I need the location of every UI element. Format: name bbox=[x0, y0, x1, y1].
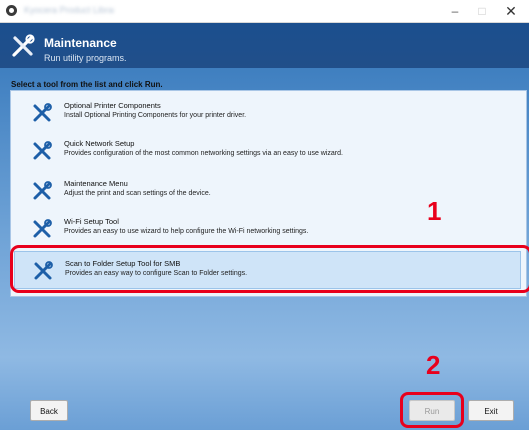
page-subtitle: Run utility programs. bbox=[44, 53, 127, 63]
window-title-bar: Kyocera Product Library – □ ✕ bbox=[0, 0, 529, 23]
header-band: Maintenance Run utility programs. bbox=[0, 23, 529, 68]
tool-description: Provides configuration of the most commo… bbox=[64, 150, 343, 157]
list-item-quick-network-setup[interactable]: Quick Network Setup Provides configurati… bbox=[14, 132, 519, 168]
instruction-text: Select a tool from the list and click Ru… bbox=[11, 80, 163, 89]
tool-name: Wi-Fi Setup Tool bbox=[64, 217, 119, 226]
page-title: Maintenance bbox=[44, 36, 117, 50]
exit-button[interactable]: Exit bbox=[468, 400, 514, 421]
selection-highlight bbox=[10, 245, 529, 293]
list-item-wifi-setup-tool[interactable]: Wi-Fi Setup Tool Provides an easy to use… bbox=[14, 210, 519, 246]
tool-name: Quick Network Setup bbox=[64, 139, 135, 148]
tool-name: Maintenance Menu bbox=[64, 179, 128, 188]
minimize-button[interactable]: – bbox=[441, 1, 469, 21]
tools-icon bbox=[33, 219, 52, 238]
window-title: Kyocera Product Library bbox=[24, 5, 114, 15]
tool-description: Install Optional Printing Components for… bbox=[64, 112, 247, 119]
maximize-button[interactable]: □ bbox=[468, 1, 496, 21]
tools-icon bbox=[33, 181, 52, 200]
step-callout-2: 2 bbox=[426, 350, 441, 380]
tool-description: Adjust the print and scan settings of th… bbox=[64, 190, 211, 197]
tools-icon bbox=[12, 34, 35, 57]
tool-name: Optional Printer Components bbox=[64, 101, 161, 110]
back-button[interactable]: Back bbox=[30, 400, 68, 421]
step-callout-1: 1 bbox=[427, 196, 442, 226]
tools-icon bbox=[33, 103, 52, 122]
run-button-highlight bbox=[400, 392, 464, 428]
list-item-optional-printer-components[interactable]: Optional Printer Components Install Opti… bbox=[14, 94, 519, 130]
list-item-maintenance-menu[interactable]: Maintenance Menu Adjust the print and sc… bbox=[14, 172, 519, 208]
app-icon bbox=[6, 5, 17, 16]
close-button[interactable]: ✕ bbox=[497, 1, 525, 21]
tool-description: Provides an easy to use wizard to help c… bbox=[64, 228, 309, 235]
tools-icon bbox=[33, 141, 52, 160]
